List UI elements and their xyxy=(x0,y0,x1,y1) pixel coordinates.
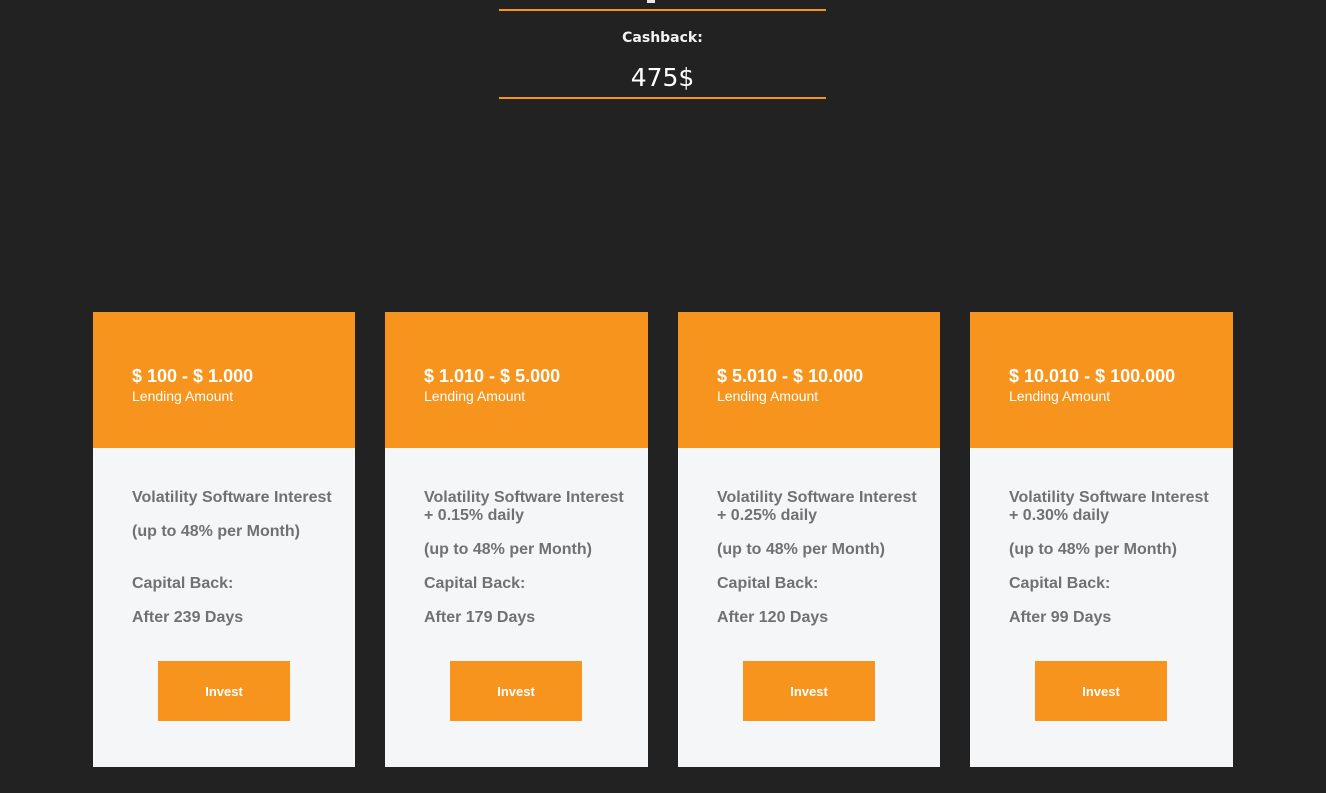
cashback-value-field[interactable]: 475$ xyxy=(499,56,826,99)
invest-button[interactable]: Invest xyxy=(1035,661,1167,721)
cashback-label: Cashback: xyxy=(622,30,703,46)
calculator-field-value-fragment xyxy=(647,0,655,3)
invest-button[interactable]: Invest xyxy=(158,661,290,721)
plan-interest: Volatility Software Interest xyxy=(132,489,332,506)
plan-range-sublabel: Lending Amount xyxy=(132,388,234,404)
plan-capital-label: Capital Back: xyxy=(132,575,234,592)
plan-card-body: Volatility Software Interest + 0.15% dai… xyxy=(385,448,648,627)
calculator-field-underline xyxy=(499,9,826,11)
plan-card: $ 100 - $ 1.000 Lending Amount Volatilit… xyxy=(93,312,355,767)
plan-card-body: Volatility Software Interest + 0.25% dai… xyxy=(678,448,940,627)
plan-range-sublabel: Lending Amount xyxy=(1009,388,1111,404)
plan-card-header: $ 1.010 - $ 5.000 Lending Amount xyxy=(385,312,648,448)
plan-capital-value: After 99 Days xyxy=(1009,609,1112,626)
plan-card-header: $ 5.010 - $ 10.000 Lending Amount xyxy=(678,312,940,448)
plan-range: $ 10.010 - $ 100.000 xyxy=(1009,366,1176,386)
plan-monthly-rate: (up to 48% per Month) xyxy=(1009,541,1177,558)
plan-interest: Volatility Software Interest + 0.15% dai… xyxy=(424,489,624,524)
plan-range-sublabel: Lending Amount xyxy=(424,388,526,404)
plan-monthly-rate: (up to 48% per Month) xyxy=(717,541,885,558)
plan-card: $ 5.010 - $ 10.000 Lending Amount Volati… xyxy=(678,312,940,767)
plan-card: $ 10.010 - $ 100.000 Lending Amount Vola… xyxy=(970,312,1233,767)
plan-range-sublabel: Lending Amount xyxy=(717,388,819,404)
plan-card-body: Volatility Software Interest + 0.30% dai… xyxy=(970,448,1233,627)
plan-monthly-rate: (up to 48% per Month) xyxy=(424,541,592,558)
plan-card-header: $ 10.010 - $ 100.000 Lending Amount xyxy=(970,312,1233,448)
plan-capital-label: Capital Back: xyxy=(717,575,819,592)
plan-interest: Volatility Software Interest + 0.30% dai… xyxy=(1009,489,1209,524)
plan-range: $ 5.010 - $ 10.000 xyxy=(717,366,864,386)
plan-capital-value: After 179 Days xyxy=(424,609,536,626)
invest-button[interactable]: Invest xyxy=(450,661,582,721)
plan-capital-value: After 120 Days xyxy=(717,609,829,626)
invest-button[interactable]: Invest xyxy=(743,661,875,721)
plan-capital-label: Capital Back: xyxy=(424,575,526,592)
plan-card-header: $ 100 - $ 1.000 Lending Amount xyxy=(93,312,355,448)
plan-monthly-rate: (up to 48% per Month) xyxy=(132,523,300,540)
plan-range: $ 100 - $ 1.000 xyxy=(132,366,254,386)
plan-interest: Volatility Software Interest + 0.25% dai… xyxy=(717,489,917,524)
plan-card-body: Volatility Software Interest (up to 48% … xyxy=(93,448,355,627)
plan-range: $ 1.010 - $ 5.000 xyxy=(424,366,561,386)
plan-capital-label: Capital Back: xyxy=(1009,575,1111,592)
plan-card: $ 1.010 - $ 5.000 Lending Amount Volatil… xyxy=(385,312,648,767)
plan-capital-value: After 239 Days xyxy=(132,609,244,626)
